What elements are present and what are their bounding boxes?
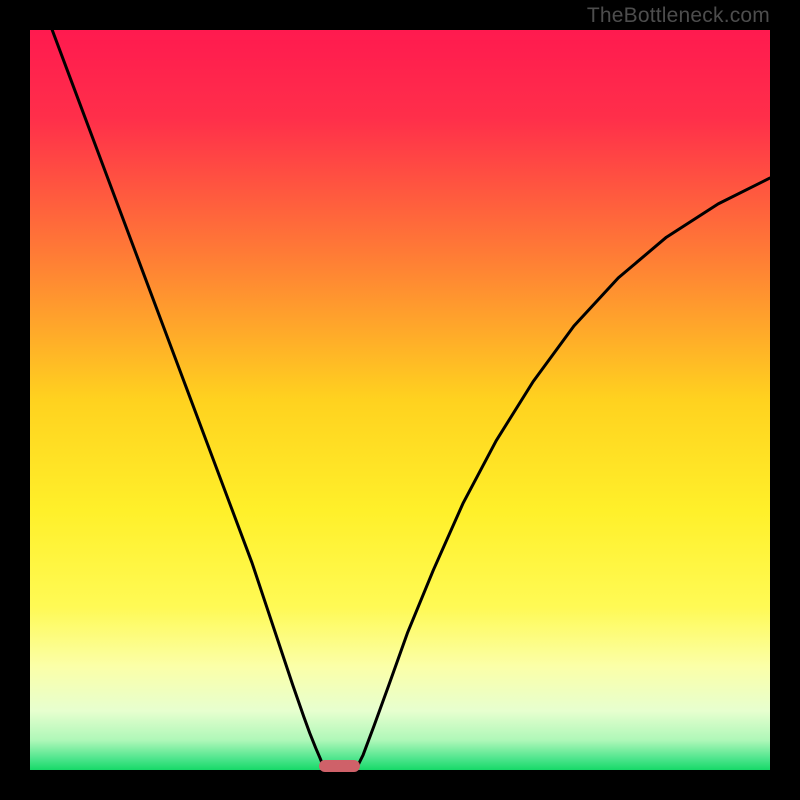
curve-left-branch — [52, 30, 326, 770]
watermark-text: TheBottleneck.com — [587, 4, 770, 28]
chart-frame — [30, 30, 770, 770]
curve-right-branch — [356, 178, 770, 770]
chart-curve-layer — [30, 30, 770, 770]
bottleneck-marker — [319, 760, 360, 772]
